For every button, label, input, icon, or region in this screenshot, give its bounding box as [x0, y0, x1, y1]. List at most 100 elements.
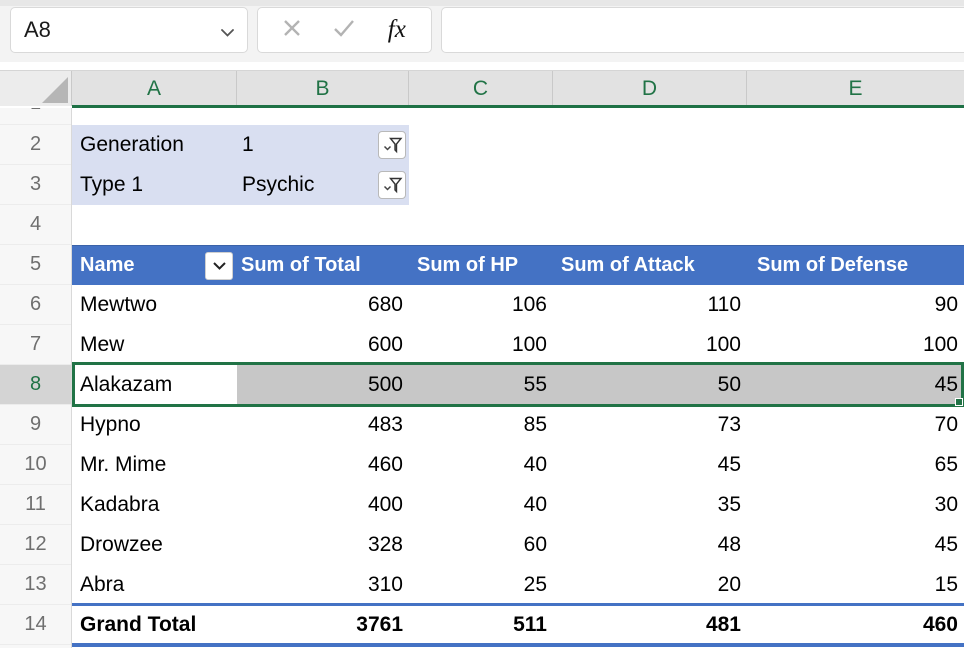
cell-grand-total-label[interactable]: Grand Total: [72, 605, 237, 645]
cell-name[interactable]: Mr. Mime: [72, 445, 237, 485]
cell-total[interactable]: 483: [237, 405, 409, 445]
cell-hp[interactable]: 100: [409, 325, 553, 365]
cell-defense[interactable]: 30: [747, 485, 964, 525]
cell-total[interactable]: 310: [237, 565, 409, 605]
cell-hp[interactable]: 55: [409, 365, 553, 405]
type1-filter-button[interactable]: [378, 171, 406, 199]
cell-defense[interactable]: 65: [747, 445, 964, 485]
column-header-b[interactable]: B: [237, 71, 409, 106]
column-header-a[interactable]: A: [72, 71, 237, 106]
cell-total[interactable]: 500: [237, 365, 409, 405]
row-header-11[interactable]: 11: [0, 485, 71, 525]
cell-name[interactable]: Abra: [72, 565, 237, 605]
chevron-down-icon: [221, 17, 234, 43]
cell-hp[interactable]: 60: [409, 525, 553, 565]
row-header-2[interactable]: 2: [0, 125, 71, 165]
chevron-down-icon: [212, 261, 227, 271]
cell-total[interactable]: 400: [237, 485, 409, 525]
pivot-header-total[interactable]: Sum of Total: [237, 246, 409, 285]
selected-columns-underline: [72, 105, 964, 108]
cell-defense[interactable]: 45: [747, 365, 964, 405]
confirm-button[interactable]: [327, 13, 361, 47]
column-header-c[interactable]: C: [409, 71, 553, 106]
cell-grand-total-total[interactable]: 3761: [237, 605, 409, 645]
row-header-8[interactable]: 8: [0, 365, 71, 405]
pivot-row-abra: Abra 310 25 20 15: [72, 565, 964, 605]
formula-input[interactable]: [441, 7, 964, 53]
cell-name[interactable]: Mew: [72, 325, 237, 365]
row-header-7[interactable]: 7: [0, 325, 71, 365]
fill-handle[interactable]: [955, 398, 963, 406]
row-header-5[interactable]: 5: [0, 245, 71, 285]
cell-defense[interactable]: 70: [747, 405, 964, 445]
pivot-row-kadabra: Kadabra 400 40 35 30: [72, 485, 964, 525]
cell-total[interactable]: 328: [237, 525, 409, 565]
pivot-row-drowzee: Drowzee 328 60 48 45: [72, 525, 964, 565]
row-header-4[interactable]: 4: [0, 205, 71, 245]
generation-filter-button[interactable]: [378, 131, 406, 159]
row-header-14[interactable]: 14: [0, 605, 71, 645]
row-header-12[interactable]: 12: [0, 525, 71, 565]
cell-name[interactable]: Hypno: [72, 405, 237, 445]
cell-total[interactable]: 680: [237, 285, 409, 325]
pivot-row-mew: Mew 600 100 100 100: [72, 325, 964, 365]
row-header-6[interactable]: 6: [0, 285, 71, 325]
pivot-row-mr-mime: Mr. Mime 460 40 45 65: [72, 445, 964, 485]
cell-attack[interactable]: 45: [553, 445, 747, 485]
active-cell-a8[interactable]: Alakazam: [72, 365, 237, 405]
cell-name[interactable]: Drowzee: [72, 525, 237, 565]
cell-defense[interactable]: 15: [747, 565, 964, 605]
filter-value-generation[interactable]: 1: [242, 125, 254, 165]
cell-name[interactable]: Mewtwo: [72, 285, 237, 325]
cell-defense[interactable]: 45: [747, 525, 964, 565]
filter-value-type1[interactable]: Psychic: [242, 165, 314, 205]
filter-label-generation[interactable]: Generation: [80, 125, 184, 165]
cell-attack[interactable]: 50: [553, 365, 747, 405]
grand-total-top-border: [72, 603, 964, 606]
cell-defense[interactable]: 100: [747, 325, 964, 365]
cell-attack[interactable]: 20: [553, 565, 747, 605]
cell-attack[interactable]: 48: [553, 525, 747, 565]
cell-hp[interactable]: 106: [409, 285, 553, 325]
cell-hp[interactable]: 25: [409, 565, 553, 605]
formula-actions: fx: [257, 7, 432, 53]
insert-function-button[interactable]: fx: [380, 13, 414, 47]
cell-grand-total-hp[interactable]: 511: [409, 605, 553, 645]
cell-grand-total-attack[interactable]: 481: [553, 605, 747, 645]
row-header-13[interactable]: 13: [0, 565, 71, 605]
cancel-button[interactable]: [275, 13, 309, 47]
name-box[interactable]: A8: [10, 7, 248, 53]
cell-attack[interactable]: 100: [553, 325, 747, 365]
pivot-header-hp[interactable]: Sum of HP: [409, 246, 553, 285]
name-box-value: A8: [24, 17, 51, 43]
cell-total[interactable]: 460: [237, 445, 409, 485]
pivot-row-alakazam-selected: Alakazam 500 55 50 45: [72, 365, 964, 405]
pivot-header-name[interactable]: Name: [72, 246, 237, 285]
row-header-3[interactable]: 3: [0, 165, 71, 205]
cell-grand-total-defense[interactable]: 460: [747, 605, 964, 645]
x-icon: [282, 18, 302, 43]
filter-label-type1[interactable]: Type 1: [80, 165, 143, 205]
funnel-icon: [381, 134, 403, 156]
cell-attack[interactable]: 73: [553, 405, 747, 445]
cell-total[interactable]: 600: [237, 325, 409, 365]
pivot-header-attack[interactable]: Sum of Attack: [553, 246, 747, 285]
cell-defense[interactable]: 90: [747, 285, 964, 325]
column-header-d[interactable]: D: [553, 71, 747, 106]
cell-attack[interactable]: 35: [553, 485, 747, 525]
column-header-e[interactable]: E: [747, 71, 964, 106]
cell-name[interactable]: Kadabra: [72, 485, 237, 525]
cell-hp[interactable]: 85: [409, 405, 553, 445]
cell-hp[interactable]: 40: [409, 485, 553, 525]
row-header-column: 1 2 3 4 5 6 7 8 9 10 11 12 13 14: [0, 108, 72, 648]
name-column-dropdown[interactable]: [205, 252, 233, 280]
pivot-header-defense[interactable]: Sum of Defense: [747, 246, 964, 285]
cell-attack[interactable]: 110: [553, 285, 747, 325]
cell-hp[interactable]: 40: [409, 445, 553, 485]
grand-total-bottom-border: [72, 643, 964, 647]
row-header-1[interactable]: 1: [0, 108, 71, 125]
row-header-9[interactable]: 9: [0, 405, 71, 445]
fx-icon: fx: [388, 16, 406, 44]
row-header-10[interactable]: 10: [0, 445, 71, 485]
select-all-corner[interactable]: [0, 71, 72, 106]
